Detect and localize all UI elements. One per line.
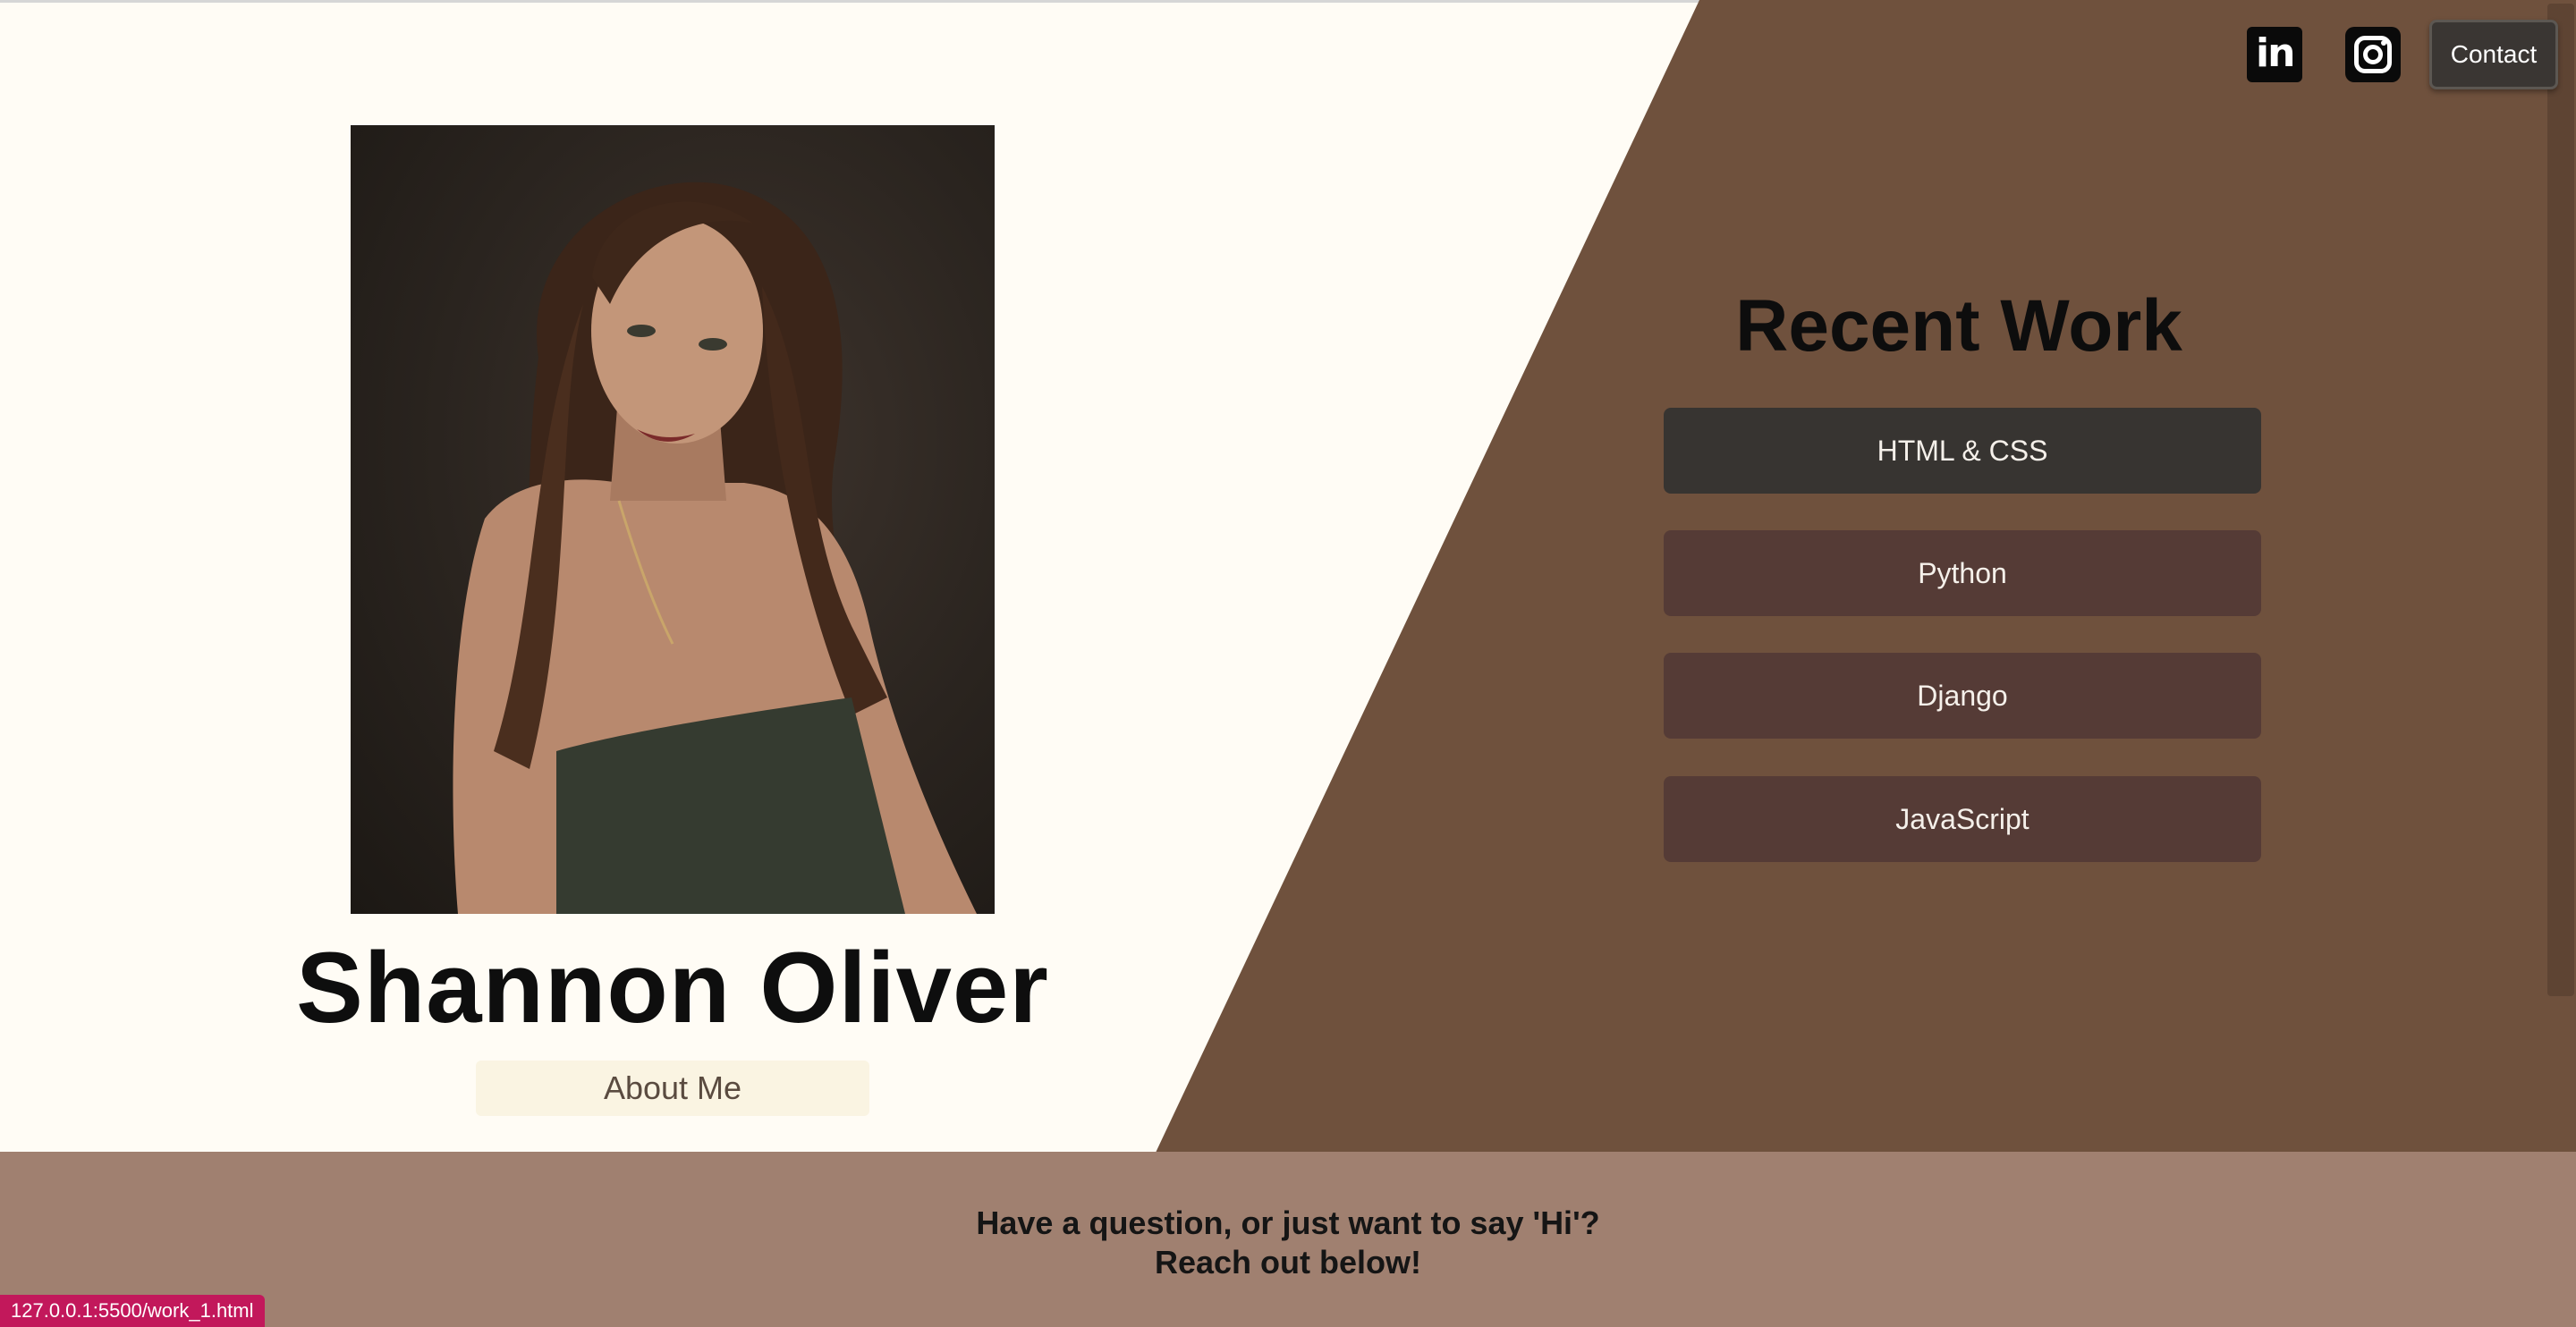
recent-work-title: Recent Work (1735, 285, 2182, 367)
about-me-button[interactable]: About Me (476, 1061, 869, 1116)
footer-line-1: Have a question, or just want to say 'Hi… (976, 1204, 1600, 1241)
footer: Have a question, or just want to say 'Hi… (0, 1152, 2576, 1327)
work-button-django[interactable]: Django (1664, 653, 2261, 739)
contact-button[interactable]: Contact (2429, 20, 2558, 89)
work-button-html-css[interactable]: HTML & CSS (1664, 408, 2261, 494)
scrollbar[interactable] (2547, 4, 2574, 996)
footer-text: Have a question, or just want to say 'Hi… (0, 1204, 2576, 1282)
instagram-icon[interactable] (2345, 27, 2401, 82)
work-button-javascript[interactable]: JavaScript (1664, 776, 2261, 862)
profile-photo (351, 125, 995, 914)
hero-name: Shannon Oliver (296, 932, 1049, 1044)
status-bar-url: 127.0.0.1:5500/work_1.html (0, 1295, 265, 1327)
linkedin-icon[interactable]: in (2247, 27, 2302, 82)
footer-line-2: Reach out below! (1154, 1244, 1422, 1281)
work-button-python[interactable]: Python (1664, 530, 2261, 616)
